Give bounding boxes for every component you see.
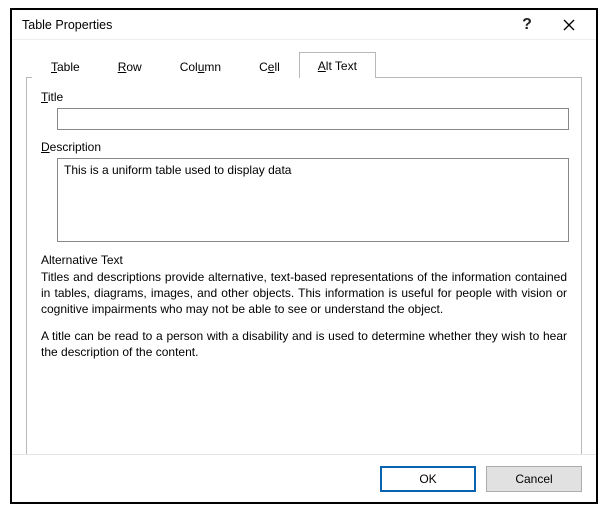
tab-table[interactable]: Table (32, 54, 99, 78)
tabstrip: Table Row Column Cell Alt Text (26, 52, 582, 78)
help-button[interactable]: ? (506, 11, 548, 39)
help-icon: ? (522, 16, 532, 34)
tab-cell[interactable]: Cell (240, 54, 299, 78)
titlebar: Table Properties ? (12, 10, 596, 40)
dialog-body: Table Row Column Cell Alt Text Title (26, 52, 582, 452)
title-input[interactable] (57, 108, 569, 130)
alt-text-help-p2: A title can be read to a person with a d… (41, 328, 567, 360)
close-button[interactable] (548, 11, 590, 39)
screenshot-frame: Table Properties ? Table Row C (10, 8, 598, 504)
dialog-title: Table Properties (22, 18, 506, 32)
cancel-button[interactable]: Cancel (486, 466, 582, 492)
alt-text-panel: Title Description Alternative Text Title… (26, 78, 582, 458)
close-icon (563, 19, 575, 31)
description-input[interactable] (57, 158, 569, 242)
description-label: Description (41, 140, 567, 154)
alt-text-help: Titles and descriptions provide alternat… (41, 269, 567, 360)
tab-alt-text[interactable]: Alt Text (299, 52, 376, 78)
table-properties-dialog: Table Properties ? Table Row C (12, 10, 596, 502)
cancel-button-label: Cancel (515, 472, 552, 486)
alt-text-heading: Alternative Text (41, 253, 567, 267)
tab-row[interactable]: Row (99, 54, 161, 78)
ok-button-label: OK (419, 472, 436, 486)
ok-button[interactable]: OK (380, 466, 476, 492)
title-label: Title (41, 90, 567, 104)
alt-text-help-p1: Titles and descriptions provide alternat… (41, 269, 567, 318)
dialog-footer: OK Cancel (12, 454, 596, 502)
tab-column[interactable]: Column (161, 54, 240, 78)
